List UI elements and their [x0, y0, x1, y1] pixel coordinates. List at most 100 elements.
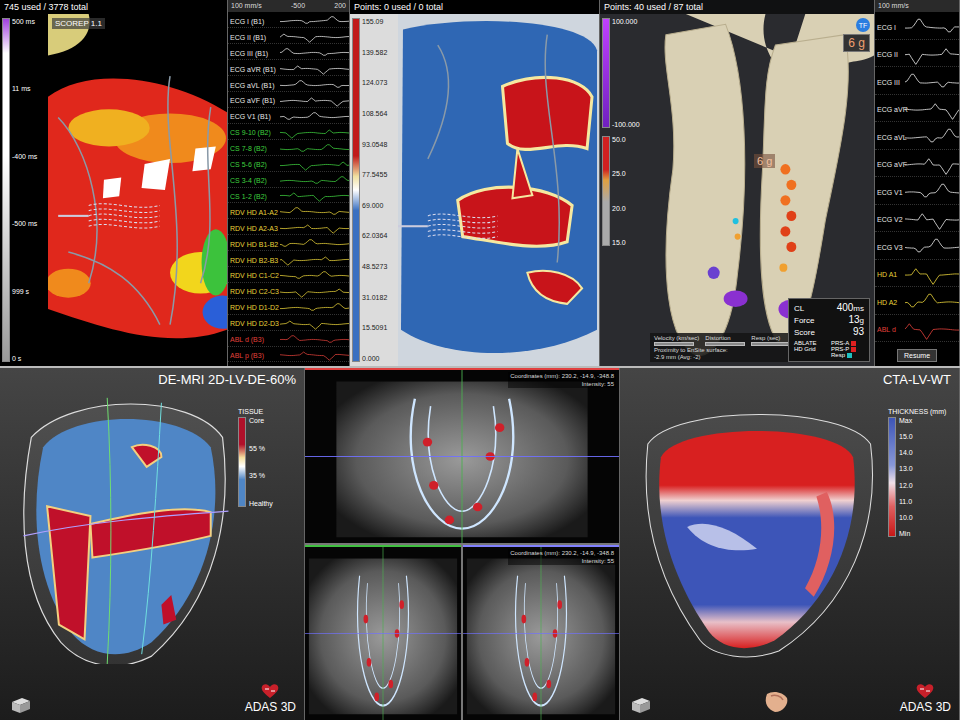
signal-row[interactable]: ECG V2	[875, 208, 959, 232]
scale-label: 15.0	[612, 239, 626, 246]
signal-row[interactable]: ECG V3	[875, 236, 959, 260]
panel-title: CTA-LV-WT	[620, 368, 959, 388]
signal-label: ECG II	[875, 51, 905, 58]
signal-row[interactable]: ECG III	[875, 71, 959, 95]
signal-row[interactable]: ECG I	[875, 16, 959, 40]
orientation-cube-icon[interactable]	[628, 696, 652, 714]
slice-caption: Coordinates (mm): 230.2, -14.9, -348.8In…	[508, 372, 616, 388]
proximity-value: -2.9 mm (Avg: -2)	[654, 354, 806, 360]
lesion-dot[interactable]	[780, 226, 790, 236]
voltage-panel: Points: 0 used / 0 total155.09139.582124…	[350, 0, 600, 366]
signal-list: ECG I ECG II ECG III ECG aVR ECG aVL ECG aVF E…	[875, 12, 959, 346]
threshold-scales: 100.000-100.00050.025.020.015.0	[600, 14, 646, 366]
signal-row[interactable]: HD A1	[875, 263, 959, 287]
signal-row[interactable]: ECG II (B1)	[228, 31, 349, 44]
brand: ADAS 3D	[245, 683, 296, 714]
lv-scar-model[interactable]	[6, 388, 238, 664]
lesion-dot[interactable]	[786, 180, 796, 190]
signal-label: ECG aVF	[875, 161, 905, 168]
signal-trace	[280, 302, 349, 314]
legend-label: Min	[899, 530, 913, 537]
signal-label: ECG aVF (B1)	[228, 97, 280, 104]
scale-label: 20.0	[612, 205, 626, 212]
signal-label: ECG III (B1)	[228, 50, 280, 57]
tf-icon[interactable]: TF	[856, 18, 870, 32]
signal-row[interactable]: RDV HD A2-A3	[228, 222, 349, 235]
score-badge: SCOREP 1.1	[52, 18, 105, 29]
catheter-icon	[58, 204, 160, 228]
signal-row[interactable]: ABL d	[875, 318, 959, 342]
signal-trace	[280, 254, 349, 266]
signal-trace	[905, 181, 959, 204]
anatomy-panel: Points: 40 used / 87 total100.000-100.00…	[600, 0, 875, 366]
legend-item: ABLATE	[794, 340, 827, 346]
anatomy-map[interactable]: 6 gTF6 gVelocity (km/sec)DistortionResp …	[646, 14, 874, 366]
adas-logo-icon	[259, 683, 281, 699]
signal-row[interactable]: ECG III (B1)	[228, 47, 349, 60]
signal-label: ECG aVL (B1)	[228, 82, 280, 89]
scale-label: 124.073	[362, 79, 387, 86]
score-scale[interactable]	[602, 136, 610, 246]
signal-row[interactable]: ECG aVL	[875, 126, 959, 150]
slice-view[interactable]: Coordinates (mm): 230.2, -14.9, -348.8In…	[463, 545, 619, 720]
signal-row[interactable]: RDV HD B2-B3	[228, 254, 349, 267]
voltage-map[interactable]	[398, 14, 599, 366]
signal-label: ECG V2	[875, 216, 905, 223]
signal-row[interactable]: CS 5-6 (B2)	[228, 159, 349, 172]
signal-row[interactable]: ABL d (B3)	[228, 334, 349, 347]
signal-trace	[280, 270, 349, 282]
activation-map[interactable]: SCOREP 1.1	[48, 14, 227, 366]
signal-label: ABL d	[875, 326, 905, 333]
signal-label: RDV HD C2-C3	[228, 288, 280, 295]
scale-label: 11 ms	[12, 85, 37, 92]
signal-row[interactable]: CS 1-2 (B2)	[228, 190, 349, 203]
signal-row[interactable]: CS 9-10 (B2)	[228, 127, 349, 140]
signal-row[interactable]: HD A2	[875, 291, 959, 315]
orientation-cube-icon[interactable]	[8, 696, 32, 714]
left-signal-panel: 100 mm/s-500200ECG I (B1)ECG II (B1)ECG …	[228, 0, 350, 366]
scale-label: 25.0	[612, 170, 626, 177]
signal-label: ECG I (B1)	[228, 18, 280, 25]
signal-row[interactable]: RDV HD A1-A2	[228, 206, 349, 219]
signal-row[interactable]: ECG aVF	[875, 153, 959, 177]
slice-view[interactable]	[305, 545, 461, 720]
signal-row[interactable]: ECG II	[875, 43, 959, 67]
signal-row[interactable]: RDV HD D2-D3	[228, 318, 349, 331]
reading: Score93	[794, 326, 864, 338]
signal-row[interactable]: RDV HD D1-D2	[228, 302, 349, 315]
points-count: 745 used / 3778 total	[0, 0, 227, 14]
slice-view[interactable]: Coordinates (mm): 230.2, -14.9, -348.8In…	[305, 368, 619, 543]
lesion-dot[interactable]	[786, 211, 796, 221]
control-slider[interactable]: Resp (sec)	[751, 335, 791, 346]
signal-trace	[280, 143, 349, 155]
signal-row[interactable]: RDV HD B1-B2	[228, 238, 349, 251]
velocity-scale[interactable]	[602, 18, 610, 128]
lesion-dot[interactable]	[780, 195, 790, 205]
signal-row[interactable]: CS 7-8 (B2)	[228, 143, 349, 156]
lv-thickness-model[interactable]	[626, 388, 888, 666]
signal-trace	[280, 47, 349, 59]
signal-row[interactable]: ECG V1	[875, 181, 959, 205]
signal-row[interactable]: CS 3-4 (B2)	[228, 175, 349, 188]
signal-row[interactable]: ECG I (B1)	[228, 15, 349, 28]
signal-row[interactable]: ECG aVF (B1)	[228, 95, 349, 108]
signal-trace	[905, 236, 959, 259]
lesion-dot[interactable]	[780, 164, 790, 174]
signal-label: ECG aVR (B1)	[228, 66, 280, 73]
signal-row[interactable]: ECG aVL (B1)	[228, 79, 349, 92]
control-slider[interactable]: Distortion	[705, 335, 745, 346]
signal-row[interactable]: RDV HD C1-C2	[228, 270, 349, 283]
lesion-dot[interactable]	[786, 242, 796, 252]
resume-button[interactable]: Resume	[897, 349, 937, 362]
signal-trace	[905, 208, 959, 231]
signal-row[interactable]: RDV HD C2-C3	[228, 286, 349, 299]
signal-trace	[280, 206, 349, 218]
signal-row[interactable]: ECG aVR (B1)	[228, 63, 349, 76]
scale-label: -100.000	[612, 121, 640, 128]
signal-row[interactable]: ECG aVR	[875, 98, 959, 122]
heart-orientation-icon[interactable]	[761, 690, 791, 714]
signal-row[interactable]: ECG V1 (B1)	[228, 111, 349, 124]
signal-trace	[280, 111, 349, 123]
signal-row[interactable]: ABL p (B3)	[228, 349, 349, 362]
control-slider[interactable]: Velocity (km/sec)	[654, 335, 699, 346]
